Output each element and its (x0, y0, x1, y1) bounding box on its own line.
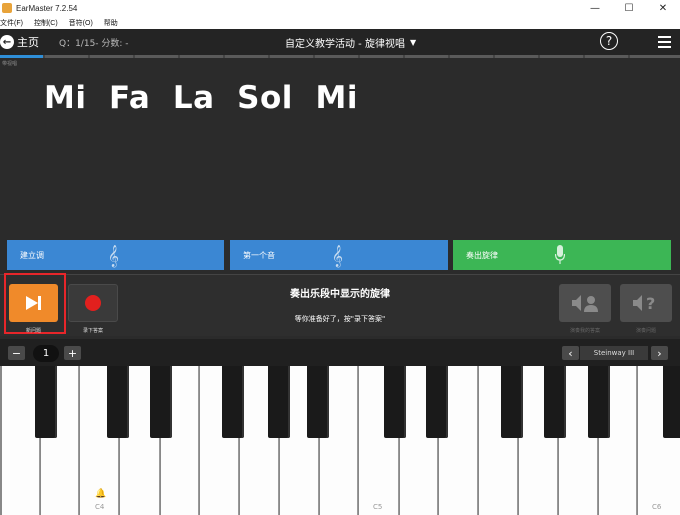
exercise-title: 自定义教学活动 - 旋律视唱 (285, 39, 405, 50)
black-key[interactable] (268, 366, 290, 438)
black-key[interactable] (544, 366, 566, 438)
step-label: 奏出旋律 (466, 250, 498, 260)
window-titlebar: EarMaster 7.2.54 — ☐ ✕ (0, 0, 680, 16)
close-button[interactable]: ✕ (646, 0, 680, 16)
black-key[interactable] (150, 366, 172, 438)
step-establish-key[interactable]: 建立调 𝄞 (7, 240, 224, 270)
exercise-display: 带视唱 Mi Fa La Sol Mi (0, 58, 680, 238)
menu-notes[interactable]: 音符(O) (69, 18, 93, 28)
black-key[interactable] (588, 366, 610, 438)
record-answer-label: 录下答案 (82, 328, 103, 334)
key-label-c5: C5 (373, 503, 383, 511)
instrument-next-button[interactable]: › (651, 346, 668, 360)
treble-clef-icon: 𝄞 (331, 245, 343, 267)
back-arrow-icon: ← (0, 35, 14, 49)
solfege-notes: Mi Fa La Sol Mi (44, 80, 358, 116)
exercise-mode-label: 带视唱 (2, 61, 18, 67)
controls-panel: 新问题 录下答案 奏出乐段中显示的旋律 等你准备好了，按"录下答案" 演奏我的答… (0, 273, 680, 336)
play-my-answer-label: 演奏我的答案 (569, 328, 600, 334)
black-key[interactable] (663, 366, 680, 438)
black-key[interactable] (307, 366, 329, 438)
black-key[interactable] (222, 366, 244, 438)
octave-value: 1 (33, 345, 59, 362)
black-key[interactable] (107, 366, 129, 438)
app-header: ← 主页 Q：1/15- 分数: - 自定义教学活动 - 旋律视唱 ▼ ? (0, 29, 680, 55)
play-question-label: 演奏问题 (635, 328, 656, 334)
step-play-melody[interactable]: 奏出旋律 (453, 240, 671, 270)
black-key[interactable] (501, 366, 523, 438)
question-status: Q：1/15- 分数: - (59, 39, 129, 49)
help-icon[interactable]: ? (600, 32, 618, 50)
octave-minus-button[interactable]: − (8, 346, 25, 360)
key-label-c4: C4 (95, 503, 105, 511)
black-key[interactable] (426, 366, 448, 438)
octave-plus-button[interactable]: + (64, 346, 81, 360)
chevron-down-icon: ▼ (409, 38, 417, 47)
keyboard-toolbar: − 1 + ‹ Steinway III › (0, 339, 680, 366)
menu-control[interactable]: 控制(C) (34, 18, 58, 28)
new-question-label: 新问题 (25, 328, 41, 334)
app-logo-icon (2, 3, 12, 13)
svg-text:?: ? (646, 294, 655, 312)
piano-keyboard: 🔔 C4 C5 C6 (0, 366, 680, 515)
instrument-prev-button[interactable]: ‹ (562, 346, 579, 360)
instrument-name: Steinway III (580, 346, 648, 360)
minimize-button[interactable]: — (578, 0, 612, 16)
speaker-person-icon (572, 295, 598, 312)
black-key[interactable] (384, 366, 406, 438)
exercise-title-dropdown[interactable]: 自定义教学活动 - 旋律视唱 ▼ (285, 35, 416, 50)
treble-clef-icon: 𝄞 (107, 245, 119, 267)
home-button[interactable]: ← 主页 (0, 33, 39, 51)
step-first-note[interactable]: 第一个音 𝄞 (230, 240, 448, 270)
black-key[interactable] (35, 366, 57, 438)
window-title: EarMaster 7.2.54 (16, 3, 78, 13)
menu-help[interactable]: 帮助 (104, 18, 118, 28)
play-my-answer-button[interactable] (559, 284, 611, 322)
home-label: 主页 (17, 36, 39, 49)
play-question-button[interactable]: ? (620, 284, 672, 322)
key-label-c6: C6 (652, 503, 662, 511)
menu-bar: 文件(F) 控制(C) 音符(O) 帮助 (0, 16, 680, 29)
microphone-icon (555, 245, 565, 264)
bell-icon: 🔔 (95, 489, 107, 499)
menu-file[interactable]: 文件(F) (0, 18, 23, 28)
hamburger-menu-icon[interactable] (658, 36, 671, 48)
window-controls: — ☐ ✕ (578, 0, 680, 16)
step-label: 建立调 (20, 250, 44, 260)
speaker-question-icon: ? (633, 294, 655, 312)
step-label: 第一个音 (243, 250, 275, 260)
maximize-button[interactable]: ☐ (612, 0, 646, 16)
